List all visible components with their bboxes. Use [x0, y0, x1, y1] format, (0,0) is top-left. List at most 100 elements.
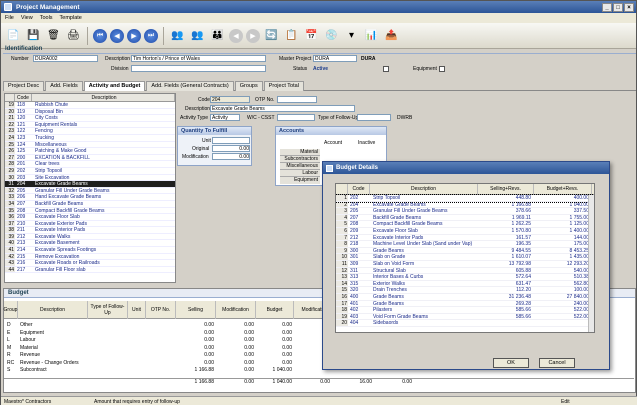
activity-row[interactable]: 19 118 Rubbish Chute	[5, 102, 175, 109]
budget-detail-row[interactable]: 2 204 Excavate Grade Beams 1 166.88 1 040.00	[336, 201, 594, 209]
users-icon[interactable]: 👥	[169, 27, 186, 44]
budget-row[interactable]: M Material 0.00 0.00 0.00	[4, 345, 334, 352]
activity-row[interactable]: 24 123 Trucking	[5, 134, 175, 142]
col-group[interactable]: Group	[4, 301, 18, 319]
budget-detail-row[interactable]: 6 209 Excavate Floor Slab 1 570.80 1 400.00	[336, 227, 594, 235]
col-modification[interactable]: Modification	[216, 301, 256, 319]
people-icon[interactable]: 👪	[209, 27, 226, 44]
wc-csst-field[interactable]	[277, 114, 315, 121]
unit-field[interactable]	[212, 137, 250, 144]
activity-row[interactable]: 35 208 Compact Backfill Grade Beams	[5, 207, 175, 215]
budget-detail-row[interactable]: 9 300 Grade Beams 9 484.55 8 453.25	[336, 247, 594, 255]
activity-row[interactable]: 40 213 Excavate Basement	[5, 240, 175, 248]
budget-row[interactable]: E Equipment 0.00 0.00 0.00	[4, 330, 334, 337]
export-icon[interactable]: 📤	[383, 27, 400, 44]
account-row[interactable]: Subcontractors	[280, 156, 320, 163]
col-code[interactable]: Code	[15, 94, 32, 101]
tab-project-desc[interactable]: Project Desc	[3, 81, 45, 91]
master-project-field[interactable]: DURA	[313, 55, 357, 62]
ok-button[interactable]: OK	[493, 358, 529, 368]
col-detail-budget[interactable]: Budget+Revs.	[534, 184, 592, 194]
previous-record-icon[interactable]: ◀	[110, 28, 124, 43]
tab-add-fields-general-contracts[interactable]: Add. Fields (General Contracts)	[146, 81, 234, 91]
col-follow-up[interactable]: Type of Follow-Up	[88, 301, 128, 319]
col-budget[interactable]: Budget	[256, 301, 294, 319]
activity-row[interactable]: 32 205 Granular Fill Under Grade Beams	[5, 187, 175, 195]
budget-detail-row[interactable]: 14 315 Exterior Walks 631.47 562.80	[336, 280, 594, 288]
activity-row[interactable]: 25 124 Miscellaneous	[5, 141, 175, 149]
budget-detail-row[interactable]: 20 404 Sidebaords	[336, 320, 594, 327]
activity-row[interactable]: 34 207 Backfill Grade Beams	[5, 200, 175, 208]
activity-row[interactable]: 37 210 Excavate Exterior Pads	[5, 220, 175, 228]
minimize-button[interactable]: _	[602, 2, 612, 12]
activity-row[interactable]: 38 211 Excavate Interior Pads	[5, 227, 175, 234]
otp-field[interactable]	[277, 96, 317, 103]
status-checkbox[interactable]	[383, 66, 389, 72]
menu-file[interactable]: File	[5, 15, 14, 21]
users-add-icon[interactable]: 👥	[189, 27, 206, 44]
budget-row[interactable]: R Revenue 0.00 0.00 0.00	[4, 352, 334, 359]
first-record-icon[interactable]: ⏮	[93, 28, 107, 43]
budget-details-scrollbar[interactable]	[588, 195, 594, 332]
activity-row[interactable]: 28 201 Clear trees	[5, 161, 175, 168]
budget-detail-row[interactable]: 18 402 Pilasters 585.66 522.00	[336, 307, 594, 314]
activity-row[interactable]: 36 209 Excavate Floor Slab	[5, 214, 175, 221]
number-field[interactable]: DURA002	[33, 55, 98, 62]
activity-row[interactable]: 27 200 EXCATION & BACKFILL	[5, 154, 175, 162]
budget-detail-row[interactable]: 8 218 Machine Level Under Slab (Sand under…	[336, 241, 594, 248]
account-row[interactable]: Miscellaneous	[280, 163, 320, 170]
report-icon[interactable]: 📊	[363, 27, 380, 44]
budget-detail-row[interactable]: 16 400 Grade Beams 31 236.48 27 840.00	[336, 293, 594, 301]
print-icon[interactable]: 🖨	[65, 27, 82, 44]
budget-row[interactable]: RC Revenue - Change Orders 0.00 0.00 0.00	[4, 360, 334, 367]
col-detail-description[interactable]: Description	[370, 184, 478, 194]
col-unit[interactable]: Unit	[128, 301, 146, 319]
tab-add-fields[interactable]: Add. Fields	[45, 81, 83, 91]
activity-row[interactable]: 31 204 Excavate Grade Beams	[5, 181, 175, 188]
activity-row[interactable]: 39 212 Excavate Walks	[5, 233, 175, 241]
equipment-checkbox[interactable]	[439, 66, 445, 72]
activity-row[interactable]: 26 125 Patching & Make Good	[5, 148, 175, 155]
activity-type-select[interactable]: Activity	[210, 114, 240, 121]
col-selling[interactable]: Selling	[176, 301, 216, 319]
tab-project-total[interactable]: Project Total	[263, 81, 304, 91]
budget-detail-row[interactable]: 17 401 Grade Beams 269.28 240.00	[336, 300, 594, 308]
save-icon[interactable]: 💾	[25, 27, 42, 44]
dropdown-arrow-icon[interactable]: ▾	[343, 27, 360, 44]
new-icon[interactable]: 📄	[5, 27, 22, 44]
budget-detail-row[interactable]: 19 403 Void Form Grade Beams 585.66 522.00	[336, 313, 594, 321]
back-icon[interactable]: ◀	[229, 28, 243, 43]
col-budget-description[interactable]: Description	[18, 301, 88, 319]
code-field[interactable]: 204	[210, 96, 250, 103]
budget-row[interactable]: D Other 0.00 0.00 0.00	[4, 322, 334, 329]
forward-icon[interactable]: ▶	[246, 28, 260, 43]
disk-icon[interactable]: 💿	[323, 27, 340, 44]
menu-view[interactable]: View	[21, 15, 33, 21]
activity-row[interactable]: 23 122 Fencing	[5, 128, 175, 135]
budget-detail-row[interactable]: 7 212 Excavate Interior Pads 161.57 144.00	[336, 234, 594, 242]
activity-description-field[interactable]: Excavate Grade Beams	[210, 105, 355, 112]
account-row[interactable]: Labour	[280, 170, 320, 177]
activity-row[interactable]: 22 121 Equipment Rentals	[5, 121, 175, 129]
budget-detail-row[interactable]: 13 313 Interior Bases & Curbs 572.64 510.38	[336, 274, 594, 281]
account-row[interactable]: Equipment	[280, 177, 320, 184]
activity-row[interactable]: 43 216 Excavate Roads or Railroads	[5, 260, 175, 267]
activity-row[interactable]: 41 214 Excavate Spreads Footings	[5, 247, 175, 254]
budget-detail-row[interactable]: 5 208 Compact Backfill Grade Beams 1 262.25…	[336, 221, 594, 228]
col-detail-code[interactable]: Code	[348, 184, 370, 194]
tab-activity-and-budget[interactable]: Activity and Budget	[83, 81, 146, 91]
refresh-icon[interactable]: 🔄	[263, 27, 280, 44]
budget-detail-row[interactable]: 11 309 Slab on Void Form 13 792.98 12 293.20	[336, 260, 594, 268]
account-row[interactable]: Material	[280, 149, 320, 156]
budget-detail-row[interactable]: 12 311 Structural Slab 605.88 540.00	[336, 267, 594, 275]
menu-template[interactable]: Template	[60, 15, 82, 21]
activity-row[interactable]: 33 206 Hand Excavate Grade Beams	[5, 194, 175, 201]
description-field[interactable]: Tim Horton's / Prince of Wales	[131, 55, 266, 62]
last-record-icon[interactable]: ⏭	[144, 28, 158, 43]
original-field[interactable]: 0.00	[212, 145, 250, 152]
budget-row[interactable]: S Subcontract 1 166.88 0.00 1 040.00	[4, 367, 334, 374]
budget-row[interactable]: L Labour 0.00 0.00 0.00	[4, 337, 334, 344]
modification-field[interactable]: 0.00	[212, 153, 250, 160]
col-description[interactable]: Description	[32, 94, 175, 101]
maximize-button[interactable]: □	[613, 2, 623, 12]
